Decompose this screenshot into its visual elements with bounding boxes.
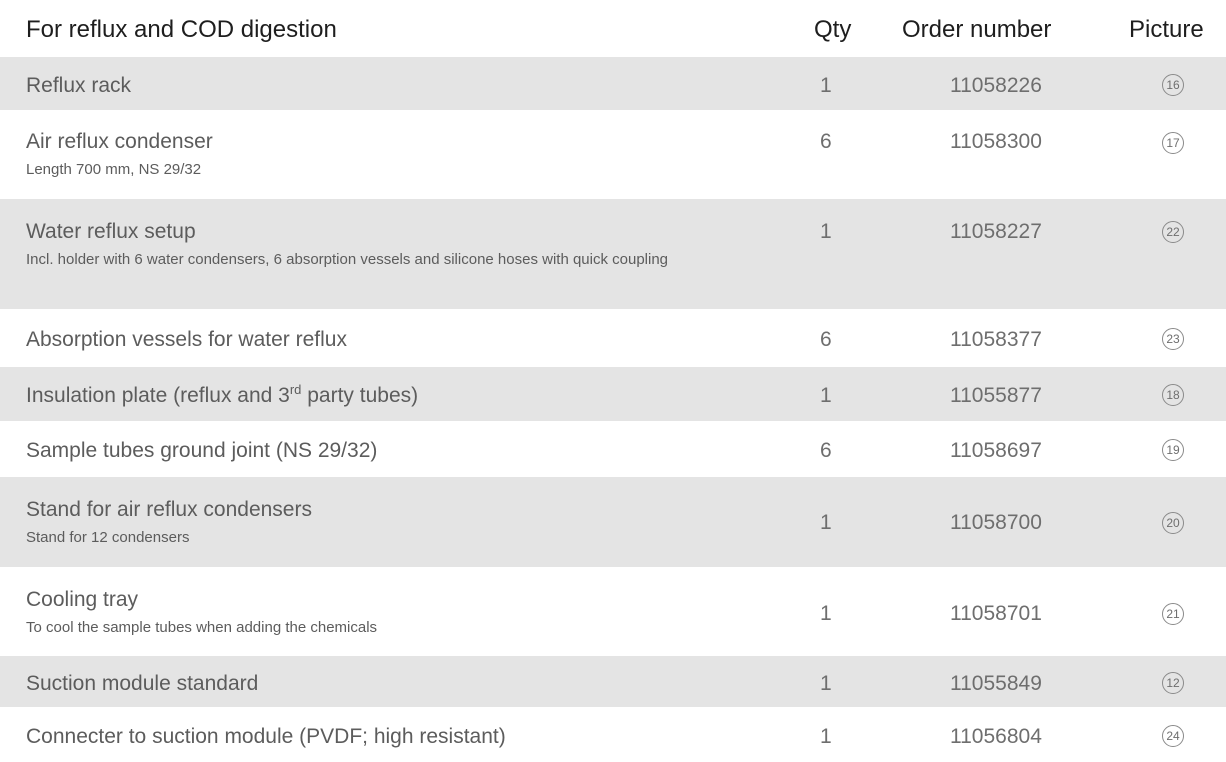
picture-number-badge: 22 [1162,221,1184,243]
item-name-block: Cooling tray To cool the sample tubes wh… [26,587,786,636]
table-row: Insulation plate (reflux and 3rd party t… [0,367,1226,421]
picture-number-badge: 19 [1162,439,1184,461]
item-qty: 1 [820,384,832,407]
table-header: For reflux and COD digestion Qty Order n… [0,0,1226,56]
picture-column-header: Picture [1129,16,1204,43]
item-order-number: 11058226 [950,74,1042,97]
picture-number-badge: 16 [1162,74,1184,96]
item-qty: 1 [820,220,832,243]
item-order-number: 11055849 [950,672,1042,695]
item-name: Sample tubes ground joint (NS 29/32) [26,439,378,462]
item-order-number: 11058697 [950,439,1042,462]
item-order-number: 11058377 [950,328,1042,351]
item-description: Incl. holder with 6 water condensers, 6 … [26,251,669,268]
item-name: Connecter to suction module (PVDF; high … [26,725,506,748]
item-name-part: Insulation plate (reflux and 3 [26,384,290,407]
order-number-column-header: Order number [902,16,1052,43]
item-description: Stand for 12 condensers [26,529,190,546]
item-order-number: 11058700 [950,511,1042,534]
picture-number-badge: 18 [1162,384,1184,406]
item-name: Water reflux setup [26,220,196,243]
table-row: Stand for air reflux condensers Stand fo… [0,477,1226,567]
picture-number-badge: 17 [1162,132,1184,154]
item-description: To cool the sample tubes when adding the… [26,619,378,636]
item-qty: 1 [820,602,832,625]
table-row: Absorption vessels for water reflux 6 11… [0,309,1226,367]
item-order-number: 11058300 [950,130,1042,153]
picture-number-badge: 23 [1162,328,1184,350]
item-name: Stand for air reflux condensers [26,498,312,521]
item-name: Insulation plate (reflux and 3rd party t… [26,383,418,409]
item-order-number: 11058227 [950,220,1042,243]
ordinal-superscript: rd [289,382,302,397]
item-qty: 6 [820,328,832,351]
item-qty: 1 [820,511,832,534]
item-order-number: 11058701 [950,602,1042,625]
table-row: Sample tubes ground joint (NS 29/32) 6 1… [0,421,1226,477]
table-row: Water reflux setup Incl. holder with 6 w… [0,199,1226,309]
picture-number-badge: 12 [1162,672,1184,694]
item-name: Suction module standard [26,672,259,695]
item-name: Cooling tray [26,588,139,611]
picture-number-badge: 21 [1162,603,1184,625]
item-order-number: 11055877 [950,384,1042,407]
picture-number-badge: 20 [1162,512,1184,534]
item-name: Reflux rack [26,74,132,97]
table-row: Suction module standard 1 11055849 12 [0,656,1226,707]
item-qty: 1 [820,725,832,748]
item-name-block: Stand for air reflux condensers Stand fo… [26,497,786,546]
table-row: Cooling tray To cool the sample tubes wh… [0,567,1226,656]
table-row: Connecter to suction module (PVDF; high … [0,707,1226,762]
item-qty: 6 [820,439,832,462]
item-description: Length 700 mm, NS 29/32 [26,161,202,178]
item-name-part: party tubes) [301,384,419,407]
item-qty: 6 [820,130,832,153]
item-name: Air reflux condenser [26,130,213,153]
item-name: Absorption vessels for water reflux [26,328,347,351]
picture-number-badge: 24 [1162,725,1184,747]
item-qty: 1 [820,74,832,97]
item-name-block: Air reflux condenser Length 700 mm, NS 2… [26,129,786,178]
item-name-block: Water reflux setup Incl. holder with 6 w… [26,219,786,268]
item-qty: 1 [820,672,832,695]
table-row: Reflux rack 1 11058226 16 [0,57,1226,110]
table-title: For reflux and COD digestion [26,16,337,43]
qty-column-header: Qty [814,16,852,43]
item-order-number: 11056804 [950,725,1042,748]
table-row: Air reflux condenser Length 700 mm, NS 2… [0,110,1226,199]
